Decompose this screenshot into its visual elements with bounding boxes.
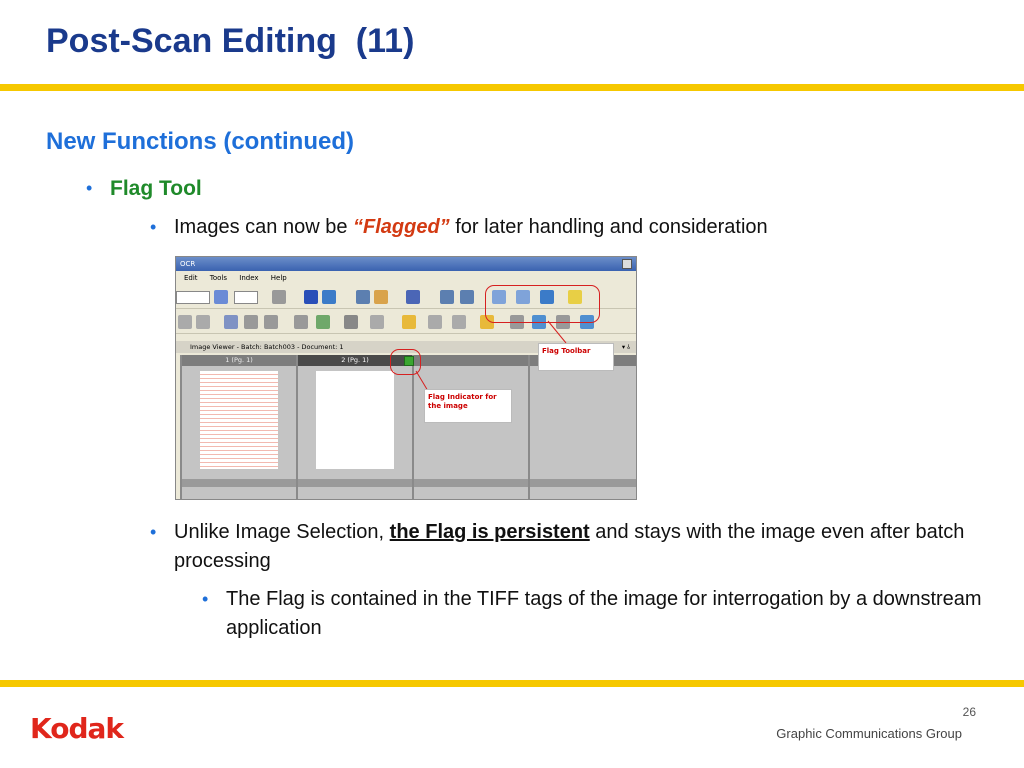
bullet-dot: •: [150, 522, 157, 542]
bullet-text: The Flag is contained in the TIFF tags o…: [226, 588, 982, 639]
bullet-dot: •: [150, 217, 157, 237]
bullet-text-pre: Unlike Image Selection,: [174, 521, 390, 543]
bullet-flagged: • Images can now be “Flagged” for later …: [150, 213, 974, 242]
callout-line-indicator: [415, 370, 429, 392]
flagged-term: “Flagged”: [353, 216, 450, 238]
page-number: 26: [962, 705, 976, 719]
callout-line-toolbar: [547, 320, 567, 344]
kodak-logo: Kodak: [30, 712, 124, 745]
footer-group: Graphic Communications Group: [776, 726, 962, 741]
bullet-persistent: • Unlike Image Selection, the Flag is pe…: [150, 518, 974, 576]
persistent-term: the Flag is persistent: [389, 521, 590, 543]
bullet-text-pre: Images can now be: [174, 216, 353, 238]
flag-indicator-callout: Flag Indicator for the image: [424, 389, 512, 423]
bullet-text-post: for later handling and consideration: [449, 216, 768, 238]
bullet-tiff-tags: • The Flag is contained in the TIFF tags…: [202, 585, 986, 643]
flag-tool-label: Flag Tool: [110, 177, 202, 200]
bullet-flag-tool: • Flag Tool: [86, 174, 202, 204]
slide-title: Post-Scan Editing (11): [46, 22, 415, 60]
section-heading: New Functions (continued): [46, 128, 354, 155]
top-divider: [0, 84, 1024, 91]
bullet-dot: •: [86, 178, 93, 198]
bottom-divider: [0, 680, 1024, 687]
flag-toolbar-callout: Flag Toolbar: [538, 343, 614, 371]
ocr-screenshot: OCR Edit Tools Index Help Image Viewer -…: [175, 256, 637, 500]
callout-lines: [415, 320, 567, 392]
bullet-dot: •: [202, 589, 209, 609]
